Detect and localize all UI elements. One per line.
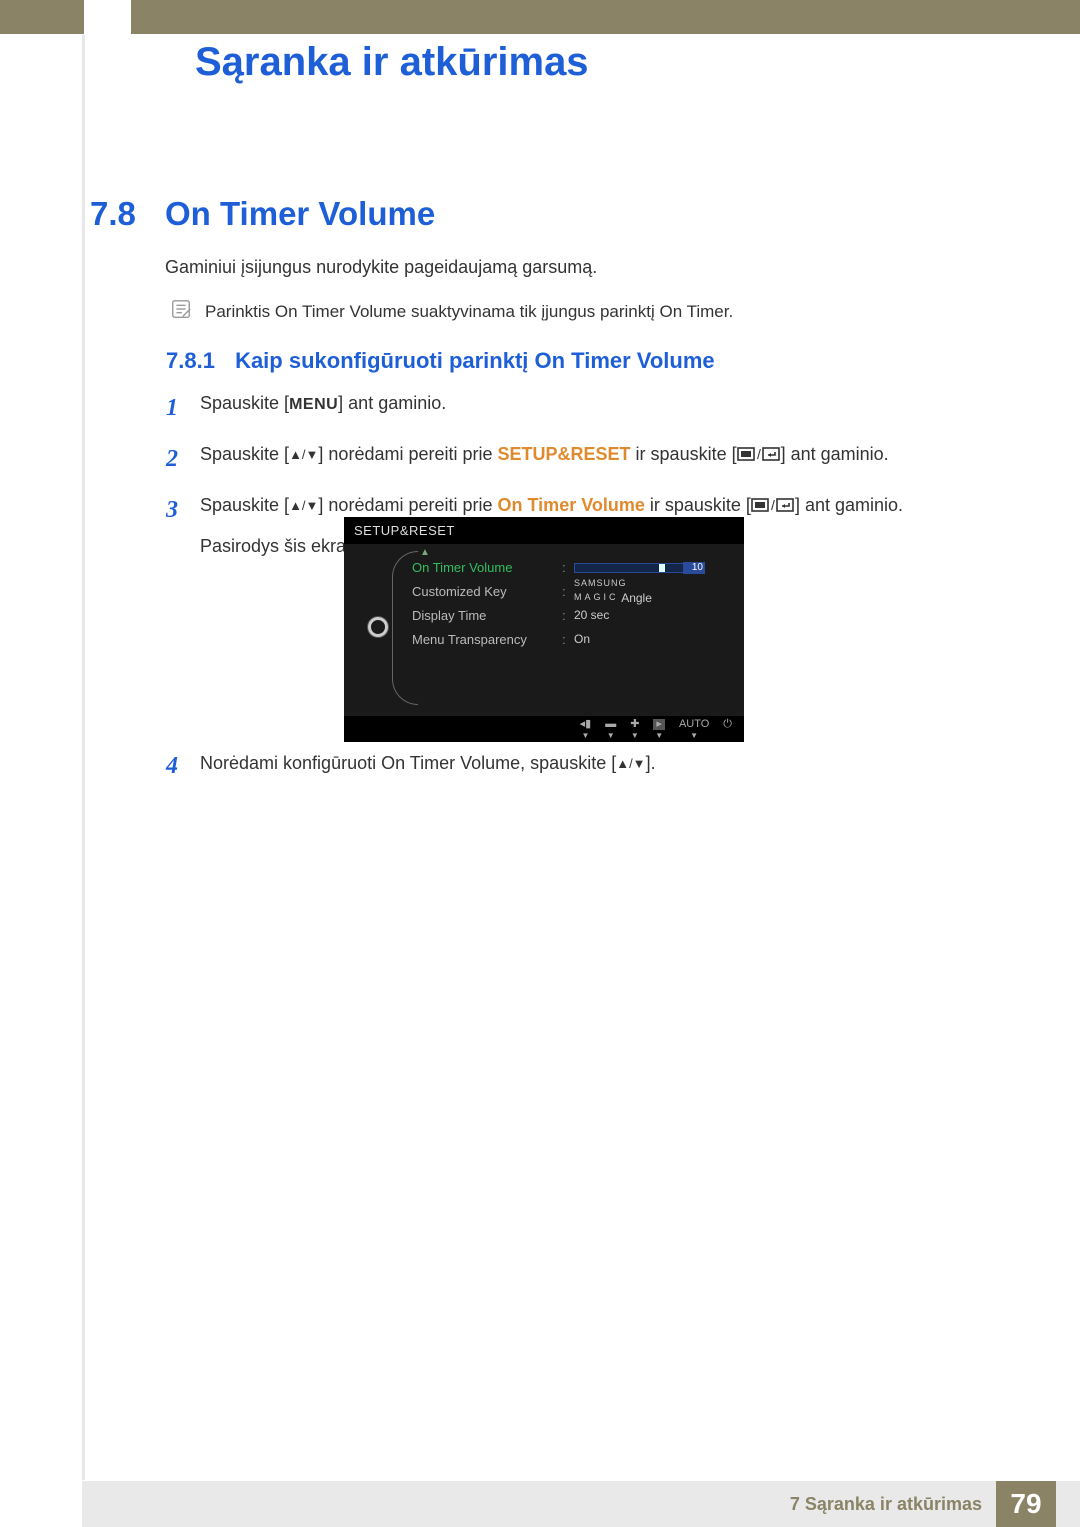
step-1: 1 Spauskite [MENU] ant gaminio.	[166, 390, 990, 427]
osd-row-menu-transparency: Menu Transparency : On	[412, 627, 730, 651]
intro-text: Gaminiui įsijungus nurodykite pageidauja…	[165, 257, 597, 278]
subsection-number: 7.8.1	[166, 348, 215, 373]
t: ir spauskite [	[631, 444, 737, 464]
corner-square	[84, 0, 131, 34]
osd-back-icon: ◂▮▼	[580, 719, 592, 740]
samsung-text: SAMSUNG	[574, 578, 627, 588]
note-mid: suaktyvinama tik įjungus parinktį	[406, 302, 659, 321]
step-number: 4	[166, 753, 200, 780]
osd-value: 20 sec	[574, 608, 730, 622]
volume-slider	[574, 563, 684, 573]
osd-row-on-timer-volume: On Timer Volume : 10	[412, 555, 730, 579]
section-title: On Timer Volume	[165, 195, 435, 233]
page-footer: 7 Sąranka ir atkūrimas 79	[82, 1481, 1080, 1527]
top-bar	[0, 0, 1080, 34]
step-number: 3	[166, 492, 200, 529]
osd-value: Angle	[619, 591, 652, 605]
source-enter-icon: /	[751, 495, 795, 523]
up-down-arrows-icon: ▲/▼	[289, 447, 318, 462]
svg-text:/: /	[757, 446, 761, 462]
kw: SETUP&RESET	[498, 444, 631, 464]
up-down-arrows-icon: ▲/▼	[289, 498, 318, 513]
t: ] ant gaminio.	[795, 495, 903, 515]
t: ] norėdami pereiti prie	[318, 444, 497, 464]
t: Spauskite [	[200, 393, 289, 413]
osd-label: Display Time	[412, 608, 562, 623]
chapter-title: Sąranka ir atkūrimas	[195, 40, 589, 85]
source-enter-icon: /	[737, 444, 781, 472]
up-down-arrows-icon: ▲/▼	[616, 756, 645, 771]
step-number: 2	[166, 441, 200, 478]
t: ].	[646, 753, 656, 773]
note-text: Parinktis On Timer Volume suaktyvinama t…	[165, 290, 990, 334]
osd-footer: ◂▮▼ ▬▼ ✚▼ ▸▼ AUTO▼ ⏻▼	[344, 716, 744, 742]
osd-body: On Timer Volume : 10 Customized Key : SA…	[344, 543, 744, 716]
footer-text: 7 Sąranka ir atkūrimas	[790, 1494, 982, 1515]
kw: On Timer Volume	[381, 753, 520, 773]
page-number: 79	[996, 1481, 1056, 1527]
t: Norėdami konfigūruoti	[200, 753, 381, 773]
t: ] norėdami pereiti prie	[318, 495, 497, 515]
note-pre: Parinktis	[205, 302, 275, 321]
osd-value: On	[574, 632, 730, 646]
kw: On Timer Volume	[498, 495, 645, 515]
t: Spauskite [	[200, 444, 289, 464]
section-number: 7.8	[90, 195, 136, 233]
note-kw2: On Timer	[659, 302, 728, 321]
magic-text: MAGIC	[574, 592, 619, 602]
t: ir spauskite [	[645, 495, 751, 515]
subsection-heading: 7.8.1 Kaip sukonfigūruoti parinktį On Ti…	[166, 348, 715, 374]
t: ] ant gaminio.	[781, 444, 889, 464]
osd-label: Customized Key	[412, 584, 562, 599]
svg-text:/: /	[771, 497, 775, 513]
note-kw1: On Timer Volume	[275, 302, 406, 321]
t: , spauskite [	[520, 753, 616, 773]
osd-plus-icon: ✚▼	[630, 719, 639, 740]
note-post: .	[728, 302, 733, 321]
osd-minus-icon: ▬▼	[605, 719, 616, 740]
osd-row-customized-key: Customized Key : SAMSUNGMAGIC Angle	[412, 579, 730, 603]
subsection-title: Kaip sukonfigūruoti parinktį On Timer Vo…	[235, 348, 715, 373]
osd-label: Menu Transparency	[412, 632, 562, 647]
osd-screenshot: SETUP&RESET ▲ On Timer Volume : 10 Custo…	[344, 517, 744, 742]
osd-auto-label: AUTO▼	[679, 719, 709, 740]
osd-enter-icon: ▸▼	[653, 719, 665, 740]
osd-title: SETUP&RESET	[344, 517, 744, 544]
t: Spauskite [	[200, 495, 289, 515]
left-rule	[82, 35, 85, 1480]
step-2: 2 Spauskite [▲/▼] norėdami pereiti prie …	[166, 441, 990, 478]
step-number: 1	[166, 390, 200, 427]
osd-power-icon: ⏻▼	[723, 719, 732, 740]
step-4: 4 Norėdami konfigūruoti On Timer Volume,…	[166, 753, 990, 780]
osd-label: On Timer Volume	[412, 560, 562, 575]
menu-button-label: MENU	[289, 396, 338, 413]
osd-row-display-time: Display Time : 20 sec	[412, 603, 730, 627]
t: ] ant gaminio.	[338, 393, 446, 413]
volume-value: 10	[683, 562, 705, 574]
